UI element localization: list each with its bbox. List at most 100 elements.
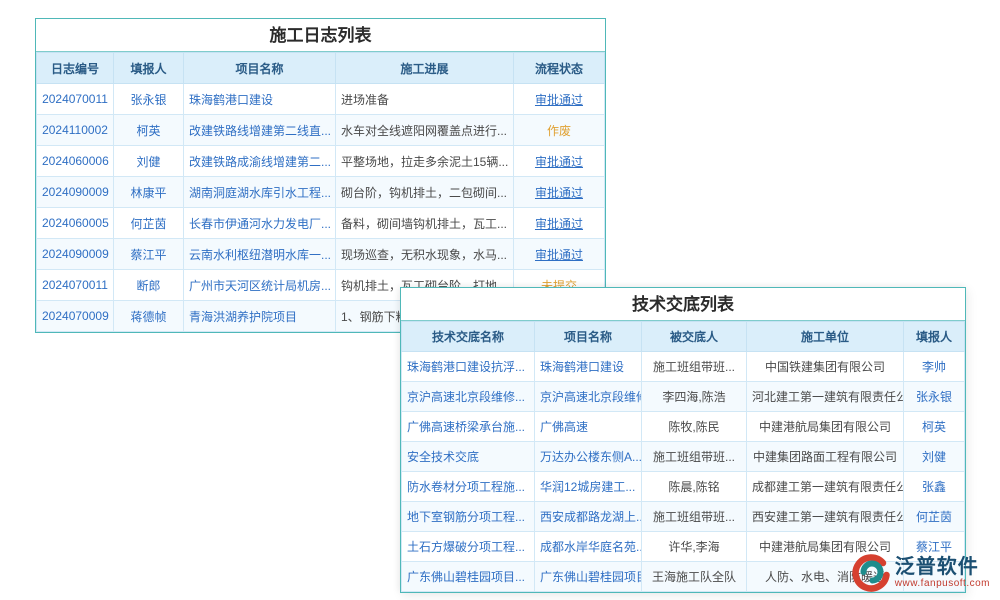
- table-row[interactable]: 京沪高速北京段维修...京沪高速北京段维修李四海,陈浩河北建工第一建筑有限责任公…: [402, 382, 965, 412]
- watermark-url: www.fanpusoft.com: [895, 578, 990, 589]
- table-row[interactable]: 2024110002柯英改建铁路线增建第二线直...水车对全线遮阳网覆盖点进行.…: [37, 115, 605, 146]
- tech-col-name: 技术交底名称: [402, 322, 535, 352]
- log-project-cell[interactable]: 珠海鹤港口建设: [184, 84, 336, 115]
- tech-unit-cell: 河北建工第一建筑有限责任公司: [747, 382, 904, 412]
- log-col-progress: 施工进展: [336, 53, 514, 84]
- tech-reporter-cell[interactable]: 李帅: [904, 352, 965, 382]
- tech-reporter-cell[interactable]: 何芷茵: [904, 502, 965, 532]
- tech-header-row: 技术交底名称 项目名称 被交底人 施工单位 填报人: [402, 322, 965, 352]
- tech-reporter-cell[interactable]: 张永银: [904, 382, 965, 412]
- log-progress-cell: 进场准备: [336, 84, 514, 115]
- table-row[interactable]: 安全技术交底万达办公楼东侧A...施工班组带班...中建集团路面工程有限公司刘健: [402, 442, 965, 472]
- watermark: 泛普软件 www.fanpusoft.com: [850, 552, 990, 592]
- tech-name-cell[interactable]: 广佛高速桥梁承台施...: [402, 412, 535, 442]
- log-id-cell[interactable]: 2024090009: [37, 177, 114, 208]
- table-row[interactable]: 地下室钢筋分项工程...西安成都路龙湖上...施工班组带班...西安建工第一建筑…: [402, 502, 965, 532]
- tech-name-cell[interactable]: 珠海鹤港口建设抗浮...: [402, 352, 535, 382]
- tech-reporter-cell[interactable]: 张鑫: [904, 472, 965, 502]
- log-status-cell[interactable]: 审批通过: [514, 177, 605, 208]
- table-row[interactable]: 防水卷材分项工程施...华润12城房建工...陈晨,陈铭成都建工第一建筑有限责任…: [402, 472, 965, 502]
- tech-receiver-cell: 施工班组带班...: [642, 502, 747, 532]
- tech-name-cell[interactable]: 京沪高速北京段维修...: [402, 382, 535, 412]
- log-id-cell[interactable]: 2024110002: [37, 115, 114, 146]
- tech-receiver-cell: 李四海,陈浩: [642, 382, 747, 412]
- tech-project-cell[interactable]: 成都水岸华庭名苑...: [535, 532, 642, 562]
- technical-disclosure-panel: 技术交底列表 技术交底名称 项目名称 被交底人 施工单位 填报人 珠海鹤港口建设…: [400, 287, 966, 593]
- table-row[interactable]: 2024090009蔡江平云南水利枢纽潜明水库一...现场巡查，无积水现象，水马…: [37, 239, 605, 270]
- tech-receiver-cell: 王海施工队全队: [642, 562, 747, 592]
- tech-reporter-cell[interactable]: 刘健: [904, 442, 965, 472]
- table-row[interactable]: 2024090009林康平湖南洞庭湖水库引水工程...砌台阶，钩机排土，二包砌间…: [37, 177, 605, 208]
- log-reporter-cell[interactable]: 林康平: [114, 177, 184, 208]
- log-status-cell[interactable]: 作废: [514, 115, 605, 146]
- tech-name-cell[interactable]: 地下室钢筋分项工程...: [402, 502, 535, 532]
- log-status-cell[interactable]: 审批通过: [514, 84, 605, 115]
- tech-receiver-cell: 施工班组带班...: [642, 352, 747, 382]
- tech-receiver-cell: 陈晨,陈铭: [642, 472, 747, 502]
- table-row[interactable]: 2024070011张永银珠海鹤港口建设进场准备审批通过: [37, 84, 605, 115]
- log-id-cell[interactable]: 2024090009: [37, 239, 114, 270]
- log-progress-cell: 备料，砌间墙钩机排土，瓦工...: [336, 208, 514, 239]
- tech-reporter-cell[interactable]: 柯英: [904, 412, 965, 442]
- tech-project-cell[interactable]: 珠海鹤港口建设: [535, 352, 642, 382]
- log-id-cell[interactable]: 2024060006: [37, 146, 114, 177]
- log-reporter-cell[interactable]: 刘健: [114, 146, 184, 177]
- tech-col-reporter: 填报人: [904, 322, 965, 352]
- log-progress-cell: 平整场地，拉走多余泥土15辆...: [336, 146, 514, 177]
- log-id-cell[interactable]: 2024070011: [37, 270, 114, 301]
- log-status-cell[interactable]: 审批通过: [514, 208, 605, 239]
- log-reporter-cell[interactable]: 柯英: [114, 115, 184, 146]
- log-project-cell[interactable]: 青海洪湖养护院项目: [184, 301, 336, 332]
- log-panel-title: 施工日志列表: [36, 19, 605, 52]
- log-project-cell[interactable]: 改建铁路成渝线增建第二...: [184, 146, 336, 177]
- table-row[interactable]: 2024060005何芷茵长春市伊通河水力发电厂...备料，砌间墙钩机排土，瓦工…: [37, 208, 605, 239]
- tech-panel-title: 技术交底列表: [401, 288, 965, 321]
- tech-project-cell[interactable]: 京沪高速北京段维修: [535, 382, 642, 412]
- tech-project-cell[interactable]: 华润12城房建工...: [535, 472, 642, 502]
- tech-project-cell[interactable]: 万达办公楼东侧A...: [535, 442, 642, 472]
- tech-project-cell[interactable]: 广佛高速: [535, 412, 642, 442]
- log-header-row: 日志编号 填报人 项目名称 施工进展 流程状态: [37, 53, 605, 84]
- tech-col-project: 项目名称: [535, 322, 642, 352]
- watermark-text: 泛普软件 www.fanpusoft.com: [895, 556, 990, 589]
- tech-name-cell[interactable]: 土石方爆破分项工程...: [402, 532, 535, 562]
- log-col-status: 流程状态: [514, 53, 605, 84]
- log-status-cell[interactable]: 审批通过: [514, 239, 605, 270]
- tech-receiver-cell: 许华,李海: [642, 532, 747, 562]
- log-col-id: 日志编号: [37, 53, 114, 84]
- tech-receiver-cell: 施工班组带班...: [642, 442, 747, 472]
- log-reporter-cell[interactable]: 张永银: [114, 84, 184, 115]
- table-row[interactable]: 广佛高速桥梁承台施...广佛高速陈牧,陈民中建港航局集团有限公司柯英: [402, 412, 965, 442]
- tech-project-cell[interactable]: 广东佛山碧桂园项目: [535, 562, 642, 592]
- log-progress-cell: 水车对全线遮阳网覆盖点进行...: [336, 115, 514, 146]
- log-col-reporter: 填报人: [114, 53, 184, 84]
- tech-col-unit: 施工单位: [747, 322, 904, 352]
- log-project-cell[interactable]: 云南水利枢纽潜明水库一...: [184, 239, 336, 270]
- table-row[interactable]: 2024060006刘健改建铁路成渝线增建第二...平整场地，拉走多余泥土15辆…: [37, 146, 605, 177]
- tech-unit-cell: 中国铁建集团有限公司: [747, 352, 904, 382]
- log-reporter-cell[interactable]: 何芷茵: [114, 208, 184, 239]
- log-reporter-cell[interactable]: 蔡江平: [114, 239, 184, 270]
- log-reporter-cell[interactable]: 蒋德帧: [114, 301, 184, 332]
- table-row[interactable]: 珠海鹤港口建设抗浮...珠海鹤港口建设施工班组带班...中国铁建集团有限公司李帅: [402, 352, 965, 382]
- tech-unit-cell: 西安建工第一建筑有限责任公司: [747, 502, 904, 532]
- tech-unit-cell: 中建港航局集团有限公司: [747, 412, 904, 442]
- tech-project-cell[interactable]: 西安成都路龙湖上...: [535, 502, 642, 532]
- tech-name-cell[interactable]: 广东佛山碧桂园项目...: [402, 562, 535, 592]
- log-id-cell[interactable]: 2024070011: [37, 84, 114, 115]
- tech-unit-cell: 成都建工第一建筑有限责任公司: [747, 472, 904, 502]
- construction-log-panel: 施工日志列表 日志编号 填报人 项目名称 施工进展 流程状态 202407001…: [35, 18, 606, 333]
- log-id-cell[interactable]: 2024060005: [37, 208, 114, 239]
- log-status-cell[interactable]: 审批通过: [514, 146, 605, 177]
- tech-col-receiver: 被交底人: [642, 322, 747, 352]
- log-project-cell[interactable]: 长春市伊通河水力发电厂...: [184, 208, 336, 239]
- tech-name-cell[interactable]: 防水卷材分项工程施...: [402, 472, 535, 502]
- log-project-cell[interactable]: 湖南洞庭湖水库引水工程...: [184, 177, 336, 208]
- tech-name-cell[interactable]: 安全技术交底: [402, 442, 535, 472]
- log-progress-cell: 砌台阶，钩机排土，二包砌间...: [336, 177, 514, 208]
- log-project-cell[interactable]: 改建铁路线增建第二线直...: [184, 115, 336, 146]
- log-reporter-cell[interactable]: 断郎: [114, 270, 184, 301]
- log-id-cell[interactable]: 2024070009: [37, 301, 114, 332]
- log-project-cell[interactable]: 广州市天河区统计局机房...: [184, 270, 336, 301]
- tech-receiver-cell: 陈牧,陈民: [642, 412, 747, 442]
